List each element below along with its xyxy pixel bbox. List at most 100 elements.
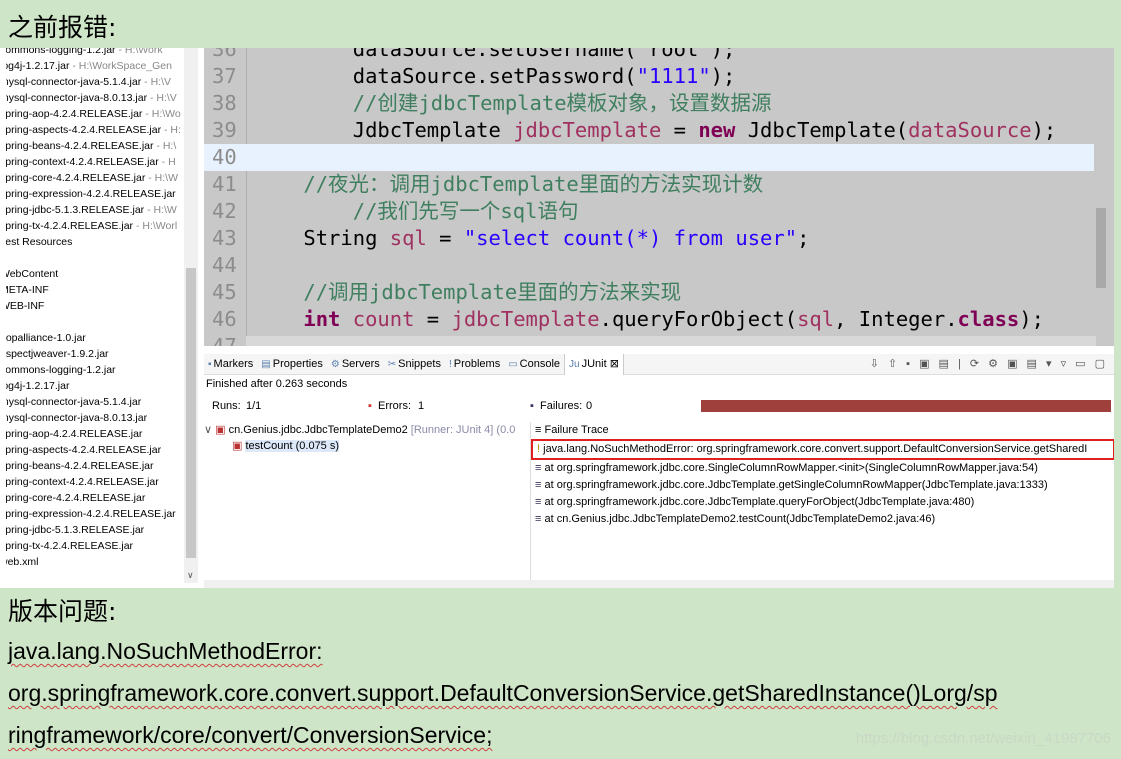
scroll-down-icon[interactable]: ∨ <box>187 570 194 581</box>
tree-item-label: aspectjweaver-1.9.2.jar <box>6 348 109 360</box>
code-line[interactable]: 37 dataSource.setPassword("1111"); <box>204 63 1094 90</box>
tab-problems[interactable]: ! Problems <box>445 354 504 375</box>
test-method-row[interactable]: ▣ testCount (0.075 s) <box>204 438 530 454</box>
tree-item[interactable]: spring-aop-4.2.4.RELEASE.jar <box>6 426 184 442</box>
line-number: 43 <box>212 226 237 250</box>
code-line[interactable]: 40 <box>204 144 1094 171</box>
tree-item-label: spring-aspects-4.2.4.RELEASE.jar <box>6 444 162 456</box>
code-editor[interactable]: 36 dataSource.setUsername("root"); 37 dat… <box>204 48 1114 346</box>
tree-item[interactable]: commons-logging-1.2.jar - H:\Work <box>6 48 184 58</box>
tree-item[interactable]: spring-context-4.2.4.RELEASE.jar <box>6 474 184 490</box>
tree-item-label: spring-beans-4.2.4.RELEASE.jar <box>6 140 154 152</box>
tree-item-label: spring-aop-4.2.4.RELEASE.jar <box>6 108 143 120</box>
tree-item[interactable]: mysql-connector-java-5.1.4.jar - H:\V <box>6 74 184 90</box>
tree-item-label: spring-tx-4.2.4.RELEASE.jar <box>6 220 134 232</box>
tree-item[interactable]: WebContent <box>6 266 184 282</box>
tree-item[interactable]: mysql-connector-java-8.0.13.jar - H:\V <box>6 90 184 106</box>
code-line[interactable]: 43 String sql = "select count(*) from us… <box>204 225 1094 252</box>
code-text: //创建jdbcTemplate模板对象，设置数据源 <box>352 91 772 115</box>
failure-trace-title: Failure Trace <box>544 424 609 436</box>
tab-label: JUnit ⊠ <box>581 358 619 370</box>
finished-status: Finished after 0.263 seconds <box>206 378 348 390</box>
trace-text: java.lang.NoSuchMethodError: org.springf… <box>543 443 1088 455</box>
line-number: 41 <box>212 172 237 196</box>
trace-stack-line[interactable]: ≡ at org.springframework.jdbc.core.Singl… <box>531 460 1114 477</box>
tree-item[interactable]: aspectjweaver-1.9.2.jar <box>6 346 184 362</box>
trace-stack-line[interactable]: ≡ at org.springframework.jdbc.core.JdbcT… <box>531 477 1114 494</box>
code-line[interactable]: 39 JdbcTemplate jdbcTemplate = new JdbcT… <box>204 117 1094 144</box>
tree-item[interactable]: spring-jdbc-5.1.3.RELEASE.jar <box>6 522 184 538</box>
tree-item[interactable]: mysql-connector-java-8.0.13.jar <box>6 410 184 426</box>
code-line[interactable]: 38 //创建jdbcTemplate模板对象，设置数据源 <box>204 90 1094 117</box>
panel-horizontal-scrollbar[interactable] <box>204 580 1114 588</box>
tab-label: Problems <box>453 358 501 370</box>
tree-item[interactable]: spring-aop-4.2.4.RELEASE.jar - H:\Wo <box>6 106 184 122</box>
tree-item-label: spring-context-4.2.4.RELEASE.jar <box>6 476 159 488</box>
tree-item-path: - H:\Wo <box>142 108 181 120</box>
tree-item-label: aopalliance-1.0.jar <box>6 332 86 344</box>
editor-scrollbar[interactable] <box>1094 48 1108 338</box>
tree-item[interactable]: spring-aspects-4.2.4.RELEASE.jar <box>6 442 184 458</box>
tab-markers[interactable]: ▪ Markers <box>204 354 257 375</box>
tree-item[interactable]: spring-context-4.2.4.RELEASE.jar - H <box>6 154 184 170</box>
code-line[interactable]: 41 //夜光：调用jdbcTemplate里面的方法实现计数 <box>204 171 1094 198</box>
tree-item[interactable]: Test Resources <box>6 234 184 250</box>
tree-item[interactable]: mysql-connector-java-5.1.4.jar <box>6 394 184 410</box>
failures-value: 0 <box>586 400 593 412</box>
tab-junit[interactable]: Ju JUnit ⊠ <box>564 354 624 375</box>
code-line[interactable]: 46 int count = jdbcTemplate.queryForObje… <box>204 306 1094 333</box>
tree-item[interactable]: spring-expression-4.2.4.RELEASE.jar <box>6 506 184 522</box>
code-line[interactable]: 44 <box>204 252 1094 279</box>
tree-item[interactable]: spring-beans-4.2.4.RELEASE.jar - H:\ <box>6 138 184 154</box>
runs-label: Runs: <box>212 400 241 412</box>
watermark: https://blog.csdn.net/weixin_41987706 <box>855 730 1111 747</box>
tree-item[interactable]: commons-logging-1.2.jar <box>6 362 184 378</box>
explorer-scrollbar[interactable]: ∨ <box>184 48 198 583</box>
code-line[interactable]: 36 dataSource.setUsername("root"); <box>204 48 1094 63</box>
tree-item-path: - H: <box>161 124 181 136</box>
code-text: //调用jdbcTemplate里面的方法来实现 <box>303 280 682 304</box>
tab-console[interactable]: ▭ Console <box>504 354 564 375</box>
tree-item[interactable]: spring-tx-4.2.4.RELEASE.jar <box>6 538 184 554</box>
tree-item[interactable] <box>6 250 184 266</box>
tree-item-label: mysql-connector-java-8.0.13.jar <box>6 412 148 424</box>
trace-stack-line[interactable]: ≡ at org.springframework.jdbc.core.JdbcT… <box>531 494 1114 511</box>
tree-item-path: - H:\W <box>144 204 177 216</box>
markers-icon: ▪ <box>208 359 212 370</box>
tree-item-path: - H:\WorkSpace_Gen <box>69 60 172 72</box>
tree-item[interactable]: spring-core-4.2.4.RELEASE.jar <box>6 490 184 506</box>
tree-item[interactable]: spring-expression-4.2.4.RELEASE.jar <box>6 186 184 202</box>
tab-snippets[interactable]: ✂ Snippets <box>384 354 445 375</box>
editor-horizontal-scrollbar[interactable] <box>246 336 1096 346</box>
tree-item[interactable]: log4j-1.2.17.jar <box>6 378 184 394</box>
line-number: 38 <box>212 91 237 115</box>
tab-label: Markers <box>213 358 254 370</box>
junit-stats: Runs: 1/1 ▪ Errors: 1 ▪ Failures: 0 <box>204 396 1114 416</box>
tree-item[interactable]: spring-tx-4.2.4.RELEASE.jar - H:\Worl <box>6 218 184 234</box>
tree-item[interactable] <box>6 314 184 330</box>
editor-scroll-thumb[interactable] <box>1096 208 1106 288</box>
trace-error-line[interactable]: ! java.lang.NoSuchMethodError: org.sprin… <box>531 439 1114 460</box>
tree-item[interactable]: WEB-INF <box>6 298 184 314</box>
trace-stack-line[interactable]: ≡ at cn.Genius.jdbc.JdbcTemplateDemo2.te… <box>531 511 1114 528</box>
tab-properties[interactable]: ▤ Properties <box>257 354 327 375</box>
tab-label: Servers <box>341 358 380 370</box>
tree-item[interactable]: spring-beans-4.2.4.RELEASE.jar <box>6 458 184 474</box>
tree-item[interactable]: aopalliance-1.0.jar <box>6 330 184 346</box>
code-line[interactable]: 45 //调用jdbcTemplate里面的方法来实现 <box>204 279 1094 306</box>
error-text-line-2: org.springframework.core.convert.support… <box>8 680 998 706</box>
tree-item[interactable]: META-INF <box>6 282 184 298</box>
tab-servers[interactable]: ⚙ Servers <box>327 354 384 375</box>
test-tree: ∨ ▣ cn.Genius.jdbc.JdbcTemplateDemo2 [Ru… <box>204 422 530 582</box>
chevron-down-icon[interactable]: ∨ <box>204 424 212 436</box>
test-class-row[interactable]: ∨ ▣ cn.Genius.jdbc.JdbcTemplateDemo2 [Ru… <box>204 422 530 438</box>
tree-item[interactable]: spring-core-4.2.4.RELEASE.jar - H:\W <box>6 170 184 186</box>
runner-info: [Runner: JUnit 4] (0.0 <box>407 424 516 436</box>
tree-item[interactable]: web.xml <box>6 554 184 570</box>
tree-item[interactable]: spring-aspects-4.2.4.RELEASE.jar - H: <box>6 122 184 138</box>
code-line[interactable]: 42 //我们先写一个sql语句 <box>204 198 1094 225</box>
junit-toolbar-icons[interactable]: ⇩ ⇧ ▪ ▣ ▤ | ⟳ ⚙ ▣ ▤ ▾ ▿ ▭ ▢ <box>870 357 1108 370</box>
tree-item[interactable]: spring-jdbc-5.1.3.RELEASE.jar - H:\W <box>6 202 184 218</box>
explorer-scroll-thumb[interactable] <box>186 268 196 558</box>
tree-item[interactable]: log4j-1.2.17.jar - H:\WorkSpace_Gen <box>6 58 184 74</box>
